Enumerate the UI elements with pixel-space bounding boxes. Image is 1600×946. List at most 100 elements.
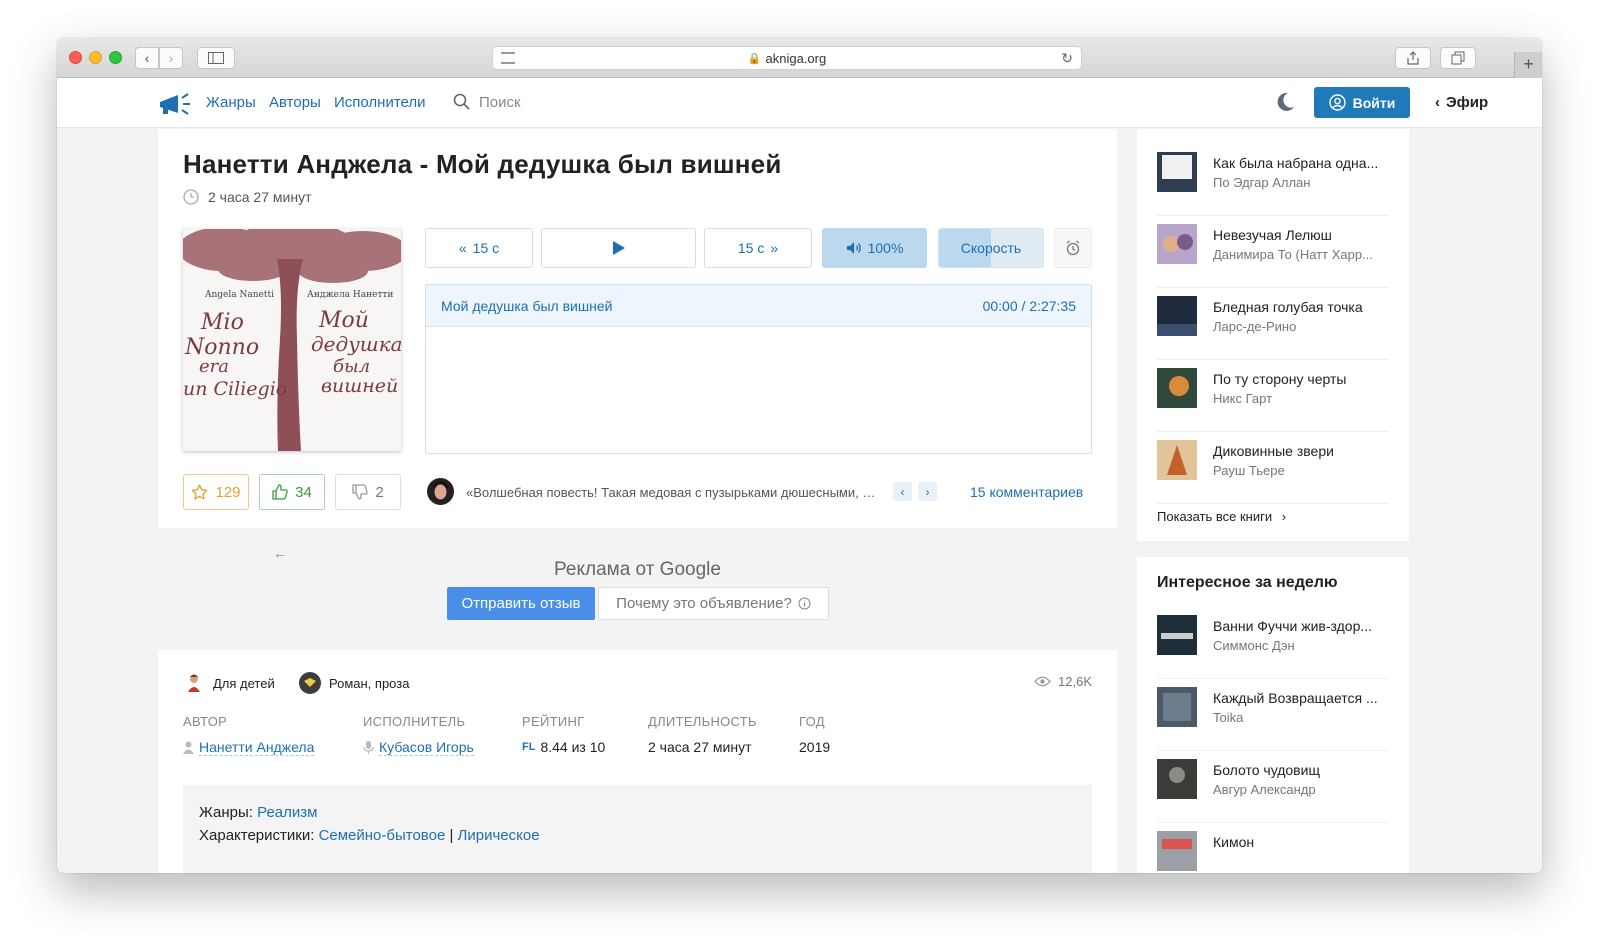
ad-title: Реклама от Google	[554, 559, 721, 580]
tag-novel-prose[interactable]: Роман, проза	[299, 672, 409, 694]
double-chevron-left-icon: «	[458, 240, 467, 256]
genre-link[interactable]: Реализм	[257, 804, 317, 821]
book-title: Как была набрана одна...	[1213, 155, 1379, 171]
list-item[interactable]: Ванни Фуччи жив-здор... Симмонс Дэн	[1157, 607, 1389, 679]
book-title: Каждый Возвращается ...	[1213, 690, 1378, 706]
back-button[interactable]: ‹	[135, 47, 159, 69]
favorite-button[interactable]: 129	[183, 474, 249, 510]
address-bar[interactable]: 🔒 akniga.org ↻	[492, 46, 1082, 70]
comments-link[interactable]: 15 комментариев	[970, 484, 1083, 500]
list-item[interactable]: Диковинные звери Рауш Тьере	[1157, 432, 1389, 504]
url-text: akniga.org	[765, 50, 827, 66]
speed-button[interactable]: Скорость	[938, 228, 1044, 268]
book-author: По Эдгар Аллан	[1213, 175, 1311, 190]
ad-feedback-button[interactable]: Отправить отзыв	[447, 587, 595, 620]
sidebar-toggle-button[interactable]	[197, 47, 235, 69]
chevron-right-icon: ›	[925, 484, 930, 499]
list-item[interactable]: Кимон	[1157, 823, 1389, 873]
sidebar-icon	[208, 52, 224, 64]
reload-icon[interactable]: ↻	[1061, 50, 1073, 67]
like-button[interactable]: 34	[259, 474, 325, 510]
book-thumbnail	[1157, 831, 1197, 871]
share-button[interactable]	[1395, 47, 1431, 69]
forward-label: 15 с	[737, 240, 765, 256]
characteristic-link[interactable]: Лирическое	[458, 827, 540, 844]
comment-prev-button[interactable]: ‹	[893, 482, 912, 501]
reader-icon[interactable]	[501, 52, 515, 64]
close-window-button[interactable]	[69, 51, 82, 64]
likes-count: 34	[295, 483, 312, 501]
list-item[interactable]: Бледная голубая точка Ларс-де-Рино	[1157, 288, 1389, 360]
performer-link[interactable]: Кубасов Игорь	[363, 739, 474, 756]
ad-why-button[interactable]: Почему это объявление?	[598, 587, 829, 620]
play-button[interactable]	[541, 228, 696, 268]
comment-next-button[interactable]: ›	[918, 482, 937, 501]
tabs-overview-button[interactable]	[1440, 47, 1476, 69]
book-duration: 2 часа 27 минут	[183, 189, 311, 205]
tag-for-children[interactable]: Для детей	[183, 672, 275, 694]
cover-title-ru-2: дедушка	[311, 332, 401, 356]
meta-label-rating: РЕЙТИНГ	[522, 714, 585, 729]
book-card: Нанетти Анджела - Мой дедушка был вишней…	[158, 129, 1117, 528]
site-logo-icon[interactable]	[158, 92, 192, 116]
author-link[interactable]: Нанетти Анджела	[183, 739, 315, 756]
rewind-15-button[interactable]: « 15 с	[425, 228, 533, 268]
book-thumbnail	[1157, 368, 1197, 408]
meta-label-performer: ИСПОЛНИТЕЛЬ	[363, 714, 466, 729]
book-icon	[299, 672, 321, 694]
list-item[interactable]: Болото чудовищ Авгур Александр	[1157, 751, 1389, 823]
browser-window: ‹ › 🔒 akniga.org ↻ + Жанры Авторы Исполн…	[57, 38, 1542, 873]
sleep-timer-button[interactable]	[1054, 228, 1092, 268]
book-author: Ларс-де-Рино	[1213, 319, 1297, 334]
dark-mode-moon-icon[interactable]	[1274, 91, 1296, 113]
book-thumbnail	[1157, 440, 1197, 480]
meta-label-year: ГОД	[799, 714, 825, 729]
new-tab-button[interactable]: +	[1514, 52, 1542, 78]
genres-row: Жанры: Реализм	[199, 801, 1076, 824]
chapter-time: 00:00 / 2:27:35	[982, 297, 1076, 314]
volume-button[interactable]: 100%	[822, 228, 927, 268]
latest-comment[interactable]: «Волшебная повесть! Такая медовая с пузы…	[466, 485, 876, 500]
nav-link-performers[interactable]: Исполнители	[334, 94, 426, 111]
year-value: 2019	[799, 739, 831, 755]
search-icon[interactable]	[453, 93, 470, 110]
show-all-label: Показать все книги	[1157, 509, 1273, 524]
book-thumbnail	[1157, 224, 1197, 264]
efir-link[interactable]: ‹ Эфир	[1435, 94, 1488, 111]
forward-button[interactable]: ›	[159, 47, 183, 69]
nav-link-authors[interactable]: Авторы	[269, 94, 321, 111]
characteristics-label: Характеристики:	[199, 827, 315, 844]
chapter-row[interactable]: Мой дедушка был вишней 00:00 / 2:27:35	[426, 285, 1091, 327]
login-button[interactable]: Войти	[1314, 87, 1410, 118]
meta-author: АВТОР Нанетти Анджела	[183, 714, 315, 756]
book-thumbnail	[1157, 615, 1197, 655]
list-item[interactable]: По ту сторону черты Никс Гарт	[1157, 360, 1389, 432]
cover-title-it-3: era	[199, 356, 229, 377]
list-item[interactable]: Невезучая Лелюш Данимира То (Натт Харр..…	[1157, 216, 1389, 288]
avatar[interactable]	[427, 478, 454, 505]
cover-title-it-4: un Ciliegio	[183, 378, 287, 400]
show-all-books-link[interactable]: Показать все книги ›	[1157, 509, 1286, 524]
chevron-left-icon: ‹	[900, 484, 905, 499]
forward-15-button[interactable]: 15 с »	[704, 228, 812, 268]
views-value: 12,6K	[1058, 674, 1092, 689]
book-author: Данимира То (Натт Харр...	[1213, 247, 1373, 262]
characteristic-link[interactable]: Семейно-бытовое	[319, 827, 446, 844]
ad-feedback-label: Отправить отзыв	[461, 595, 581, 612]
list-item[interactable]: Каждый Возвращается ... Toika	[1157, 679, 1389, 751]
minimize-window-button[interactable]	[89, 51, 102, 64]
eye-icon	[1034, 676, 1051, 687]
book-title: Бледная голубая точка	[1213, 299, 1363, 315]
search-input[interactable]: Поиск	[479, 94, 521, 111]
nav-link-genres[interactable]: Жанры	[206, 94, 256, 111]
rating-value: 8.44 из 10	[540, 739, 606, 755]
dislike-button[interactable]: 2	[335, 474, 401, 510]
thumbs-down-icon	[352, 484, 369, 500]
book-cover[interactable]: Angela Nanetti Анджела Нанетти Mio Nonno…	[183, 229, 401, 451]
book-info-card: Для детей Роман, проза 12,6K АВТОР Нанет…	[158, 650, 1117, 873]
meta-year: ГОД 2019	[799, 714, 830, 755]
list-item[interactable]: Как была набрана одна... По Эдгар Аллан	[1157, 144, 1389, 216]
meta-duration: ДЛИТЕЛЬНОСТЬ 2 часа 27 минут	[648, 714, 757, 755]
chevron-left-icon: ‹	[144, 50, 150, 66]
zoom-window-button[interactable]	[109, 51, 122, 64]
